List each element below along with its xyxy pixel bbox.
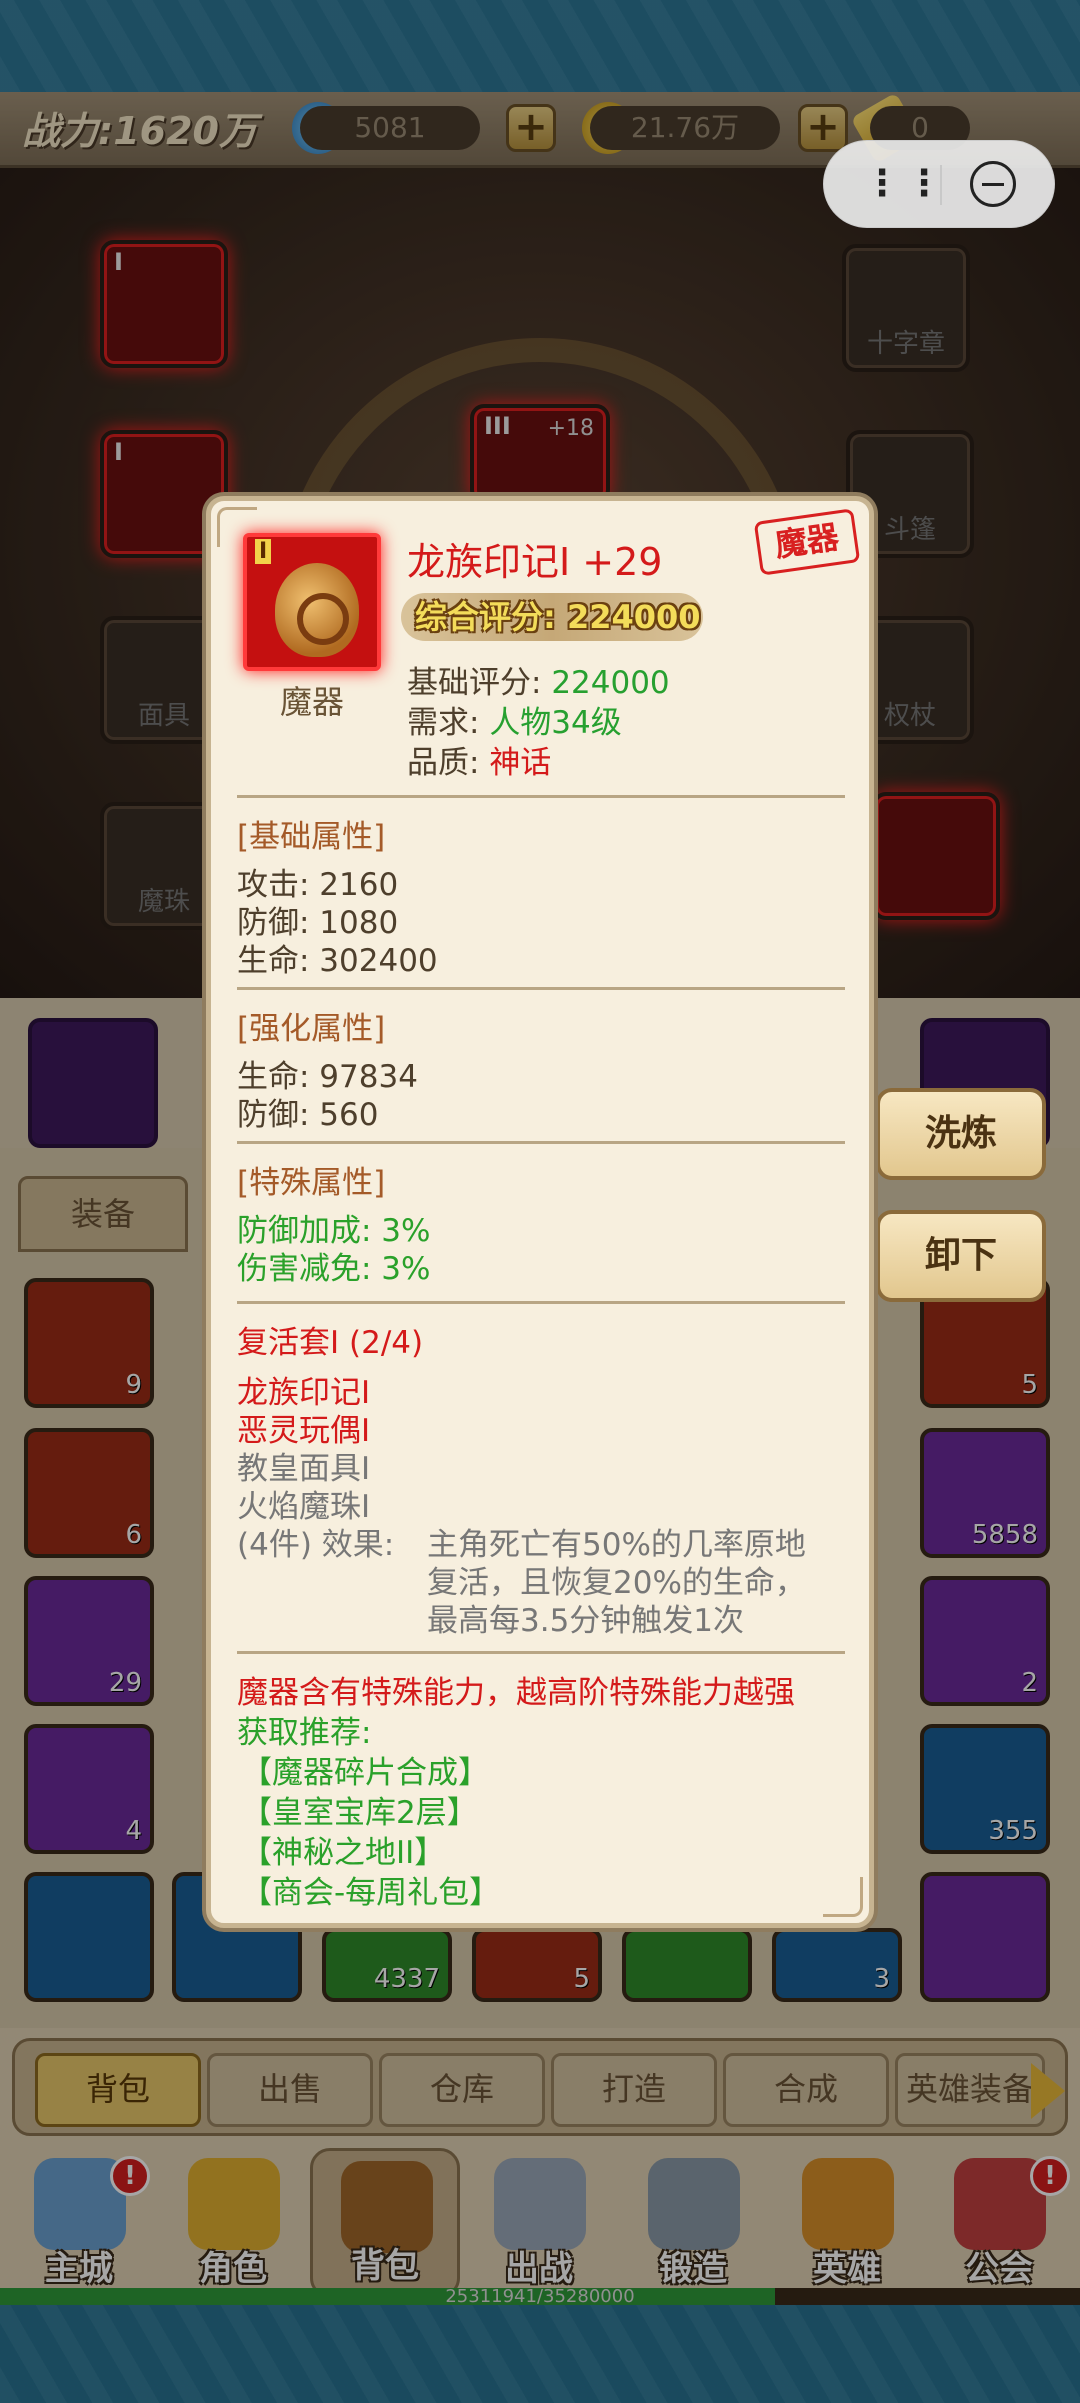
item-detail-popup: I 魔器 龙族印记I +29 魔器 综合评分: 224000 基础评分: 224… bbox=[206, 496, 874, 1928]
divider bbox=[237, 1651, 845, 1654]
bottom-decor-band bbox=[0, 2305, 1080, 2403]
quality-row: 品质: 神话 bbox=[407, 745, 552, 781]
miniprogram-capsule: ⋮⋮ bbox=[823, 140, 1055, 228]
enh-attr-defense: 防御: 560 bbox=[237, 1097, 379, 1133]
minimize-icon[interactable] bbox=[970, 161, 1016, 207]
base-attr-title: [基础属性] bbox=[237, 819, 386, 855]
top-decor-band bbox=[0, 0, 1080, 92]
enh-attr-title: [强化属性] bbox=[237, 1011, 386, 1047]
set-effect-label: (4件) 效果: bbox=[237, 1527, 395, 1563]
attr-hp: 生命: 302400 bbox=[237, 943, 438, 979]
unequip-button[interactable]: 卸下 bbox=[876, 1210, 1046, 1302]
item-category: 魔器 bbox=[279, 683, 344, 721]
requirement-row: 需求: 人物34级 bbox=[407, 705, 622, 741]
item-title: 龙族印记I +29 bbox=[407, 540, 663, 584]
item-description: 魔器含有特殊能力，越高阶特殊能力越强 bbox=[237, 1675, 795, 1711]
category-stamp: 魔器 bbox=[753, 508, 861, 576]
item-icon: I bbox=[243, 533, 381, 671]
special-attr-dmg-reduce: 伤害减免: 3% bbox=[237, 1251, 431, 1287]
divider bbox=[237, 1301, 845, 1304]
dragon-seal-icon bbox=[275, 563, 359, 657]
set-title: 复活套I (2/4) bbox=[237, 1325, 424, 1361]
source-link[interactable]: 【魔器碎片合成】 bbox=[241, 1747, 489, 1792]
source-link[interactable]: 【神秘之地II】 bbox=[241, 1827, 445, 1872]
refine-button[interactable]: 洗炼 bbox=[876, 1088, 1046, 1180]
base-score-row: 基础评分: 224000 bbox=[407, 665, 670, 701]
game-screen: 战力:1620万 5081 + 21.76万 + 0 I 十字章 I III +1… bbox=[0, 0, 1080, 2403]
divider bbox=[237, 1141, 845, 1144]
overall-score: 综合评分: 224000 bbox=[401, 593, 703, 641]
divider bbox=[237, 795, 845, 798]
set-effect-line: 最高每3.5分钟触发1次 bbox=[427, 1603, 745, 1639]
more-menu-icon[interactable]: ⋮⋮ bbox=[864, 163, 948, 204]
special-attr-title: [特殊属性] bbox=[237, 1165, 386, 1201]
source-link[interactable]: 【商会-每周礼包】 bbox=[241, 1867, 500, 1912]
source-link[interactable]: 【皇室宝库2层】 bbox=[241, 1787, 478, 1832]
divider bbox=[237, 987, 845, 990]
source-label: 获取推荐: bbox=[237, 1715, 372, 1751]
